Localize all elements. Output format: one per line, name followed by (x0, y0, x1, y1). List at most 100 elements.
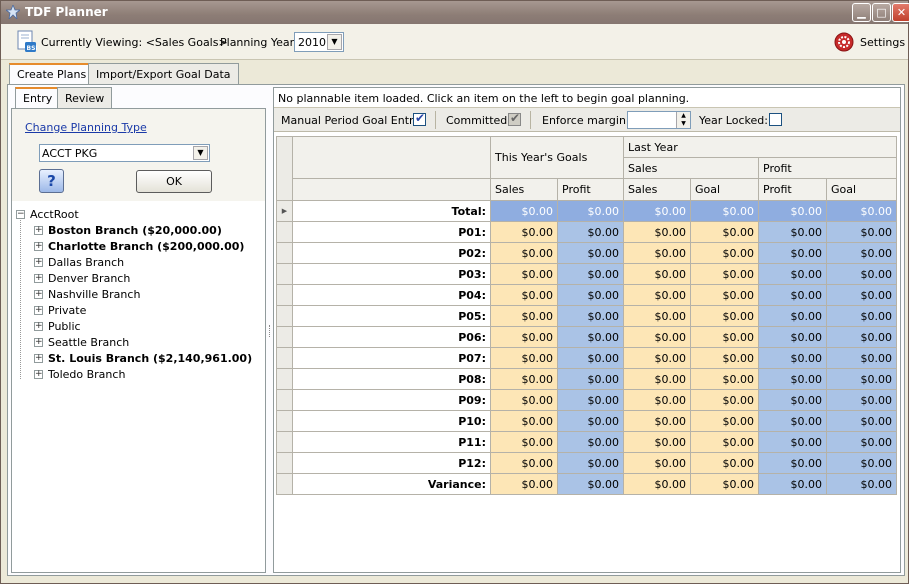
close-button[interactable]: ✕ (892, 3, 909, 22)
grid-cell[interactable]: $0.00 (758, 473, 828, 495)
grid-cell[interactable]: $0.00 (758, 200, 828, 222)
expand-icon[interactable]: + (34, 370, 43, 379)
grid-cell[interactable]: $0.00 (623, 221, 692, 243)
row-indicator[interactable] (276, 389, 293, 411)
grid-cell[interactable]: $0.00 (758, 452, 828, 474)
table-row[interactable]: P05: $0.00 $0.00 $0.00 $0.00 $0.00 $0.00 (276, 305, 898, 327)
grid-cell[interactable]: $0.00 (690, 431, 760, 453)
grid-cell[interactable]: $0.00 (826, 410, 898, 432)
table-row[interactable]: P06: $0.00 $0.00 $0.00 $0.00 $0.00 $0.00 (276, 326, 898, 348)
table-row[interactable]: P04: $0.00 $0.00 $0.00 $0.00 $0.00 $0.00 (276, 284, 898, 306)
grid-cell[interactable]: $0.00 (826, 221, 898, 243)
grid-cell[interactable]: $0.00 (623, 242, 692, 264)
row-indicator[interactable] (276, 347, 293, 369)
grid-cell[interactable]: $0.00 (758, 368, 828, 390)
row-indicator[interactable] (276, 410, 293, 432)
minimize-button[interactable]: ▁ (852, 3, 871, 22)
planning-year-select[interactable]: 2010 ▼ (294, 32, 344, 52)
expand-icon[interactable]: + (34, 338, 43, 347)
grid-cell[interactable]: $0.00 (490, 284, 558, 306)
grid-cell[interactable]: $0.00 (556, 347, 625, 369)
grid-cell[interactable]: $0.00 (556, 368, 625, 390)
grid-cell[interactable]: $0.00 (556, 284, 625, 306)
grid-cell[interactable]: $0.00 (556, 200, 625, 222)
panel-splitter[interactable] (269, 325, 271, 337)
grid-cell[interactable]: $0.00 (690, 410, 760, 432)
grid-cell[interactable]: $0.00 (556, 452, 625, 474)
table-row[interactable]: P12: $0.00 $0.00 $0.00 $0.00 $0.00 $0.00 (276, 452, 898, 474)
expand-icon[interactable]: + (34, 306, 43, 315)
grid-cell[interactable]: $0.00 (490, 326, 558, 348)
table-row[interactable]: ▶ Total: $0.00 $0.00 $0.00 $0.00 $0.00 $0.00 (276, 200, 898, 222)
year-locked-checkbox[interactable] (769, 113, 782, 126)
current-row-indicator-icon[interactable]: ▶ (276, 200, 293, 222)
grid-cell[interactable]: $0.00 (758, 221, 828, 243)
enforce-margin-input[interactable]: ▲ ▼ (627, 111, 691, 129)
column-header[interactable]: Goal (690, 178, 760, 201)
grid-cell[interactable]: $0.00 (690, 221, 760, 243)
expand-icon[interactable]: + (34, 226, 43, 235)
grid-cell[interactable]: $0.00 (826, 284, 898, 306)
grid-cell[interactable]: $0.00 (758, 347, 828, 369)
ok-button[interactable]: OK (136, 170, 212, 193)
grid-cell[interactable]: $0.00 (690, 263, 760, 285)
grid-cell[interactable]: $0.00 (690, 305, 760, 327)
grid-cell[interactable]: $0.00 (826, 200, 898, 222)
grid-cell[interactable]: $0.00 (826, 326, 898, 348)
grid-cell[interactable]: $0.00 (690, 368, 760, 390)
grid-cell[interactable]: $0.00 (826, 242, 898, 264)
grid-cell[interactable]: $0.00 (556, 410, 625, 432)
grid-cell[interactable]: $0.00 (623, 263, 692, 285)
grid-cell[interactable]: $0.00 (490, 221, 558, 243)
row-indicator[interactable] (276, 242, 293, 264)
grid-cell[interactable]: $0.00 (623, 200, 692, 222)
row-indicator[interactable] (276, 473, 293, 495)
grid-cell[interactable]: $0.00 (690, 452, 760, 474)
row-indicator[interactable] (276, 221, 293, 243)
table-row[interactable]: Variance: $0.00 $0.00 $0.00 $0.00 $0.00 $0.00 (276, 473, 898, 495)
title-bar[interactable]: TDF Planner ▁ □ ✕ (1, 1, 909, 24)
expand-icon[interactable]: + (34, 274, 43, 283)
grid-cell[interactable]: $0.00 (623, 326, 692, 348)
expand-icon[interactable]: + (34, 242, 43, 251)
grid-cell[interactable]: $0.00 (556, 473, 625, 495)
grid-cell[interactable]: $0.00 (556, 242, 625, 264)
grid-cell[interactable]: $0.00 (490, 242, 558, 264)
grid-cell[interactable]: $0.00 (826, 347, 898, 369)
grid-cell[interactable]: $0.00 (490, 431, 558, 453)
grid-cell[interactable]: $0.00 (623, 389, 692, 411)
grid-cell[interactable]: $0.00 (490, 452, 558, 474)
grid-cell[interactable]: $0.00 (758, 326, 828, 348)
row-indicator[interactable] (276, 368, 293, 390)
grid-cell[interactable]: $0.00 (623, 473, 692, 495)
settings-button[interactable]: Settings (834, 32, 905, 54)
grid-cell[interactable]: $0.00 (690, 200, 760, 222)
grid-cell[interactable]: $0.00 (690, 347, 760, 369)
planning-type-select[interactable]: ACCT PKG ▼ (39, 144, 210, 162)
grid-cell[interactable]: $0.00 (623, 284, 692, 306)
expand-icon[interactable]: + (34, 322, 43, 331)
column-header[interactable]: Sales (623, 178, 692, 201)
grid-cell[interactable]: $0.00 (490, 347, 558, 369)
grid-cell[interactable]: $0.00 (623, 452, 692, 474)
chevron-down-icon[interactable]: ▼ (327, 34, 342, 50)
grid-cell[interactable]: $0.00 (690, 284, 760, 306)
grid-cell[interactable]: $0.00 (490, 368, 558, 390)
grid-cell[interactable]: $0.00 (490, 473, 558, 495)
table-row[interactable]: P07: $0.00 $0.00 $0.00 $0.00 $0.00 $0.00 (276, 347, 898, 369)
collapse-icon[interactable]: − (16, 210, 25, 219)
grid-cell[interactable]: $0.00 (826, 263, 898, 285)
grid-cell[interactable]: $0.00 (623, 431, 692, 453)
table-row[interactable]: P03: $0.00 $0.00 $0.00 $0.00 $0.00 $0.00 (276, 263, 898, 285)
grid-cell[interactable]: $0.00 (490, 200, 558, 222)
grid-cell[interactable]: $0.00 (826, 368, 898, 390)
grid-cell[interactable]: $0.00 (556, 431, 625, 453)
table-row[interactable]: P10: $0.00 $0.00 $0.00 $0.00 $0.00 $0.00 (276, 410, 898, 432)
grid-cell[interactable]: $0.00 (623, 347, 692, 369)
row-indicator[interactable] (276, 263, 293, 285)
expand-icon[interactable]: + (34, 258, 43, 267)
grid-cell[interactable]: $0.00 (758, 305, 828, 327)
table-row[interactable]: P09: $0.00 $0.00 $0.00 $0.00 $0.00 $0.00 (276, 389, 898, 411)
grid-cell[interactable]: $0.00 (556, 305, 625, 327)
grid-cell[interactable]: $0.00 (556, 326, 625, 348)
